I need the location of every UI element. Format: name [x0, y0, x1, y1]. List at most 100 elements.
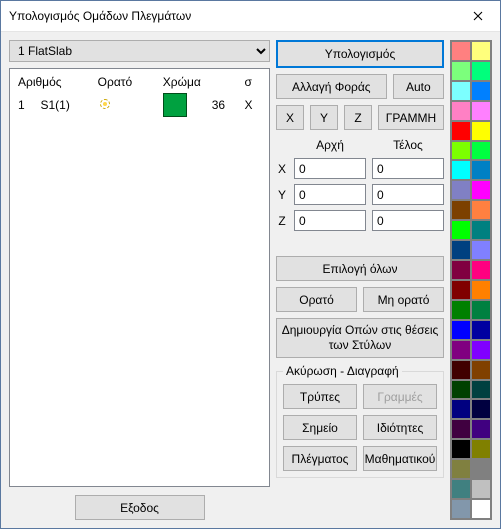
- group-table: Αριθμός Ορατό Χρώμα σ 1 S1(1) 36 X: [14, 73, 265, 119]
- axis-z-button[interactable]: Z: [344, 105, 372, 130]
- palette-swatch[interactable]: [451, 360, 471, 380]
- palette-swatch[interactable]: [471, 280, 491, 300]
- palette-swatch[interactable]: [451, 141, 471, 161]
- palette-swatch[interactable]: [451, 320, 471, 340]
- palette-swatch[interactable]: [471, 360, 491, 380]
- line-button[interactable]: ΓΡΑΜΜΗ: [378, 105, 444, 130]
- axis-x-button[interactable]: X: [276, 105, 304, 130]
- palette-swatch[interactable]: [471, 220, 491, 240]
- palette-swatch[interactable]: [451, 459, 471, 479]
- palette-swatch[interactable]: [451, 240, 471, 260]
- visible-button[interactable]: Ορατό: [276, 287, 357, 312]
- calculate-button[interactable]: Υπολογισμός: [276, 40, 444, 68]
- palette-swatch[interactable]: [451, 479, 471, 499]
- x-start-input[interactable]: [294, 158, 366, 179]
- change-direction-button[interactable]: Αλλαγή Φοράς: [276, 74, 387, 99]
- palette-swatch[interactable]: [471, 439, 491, 459]
- row-color-swatch: [163, 93, 187, 117]
- lines-button: Γραμμές: [363, 384, 437, 409]
- cancel-legend: Ακύρωση - Διαγραφή: [283, 364, 402, 378]
- palette-swatch[interactable]: [471, 320, 491, 340]
- mesh-button[interactable]: Πλέγματος: [283, 446, 357, 471]
- palette-swatch[interactable]: [451, 499, 471, 519]
- table-row[interactable]: 1 S1(1) 36 X: [14, 91, 265, 119]
- x-label: X: [276, 162, 288, 176]
- close-button[interactable]: [455, 1, 500, 31]
- x-end-input[interactable]: [372, 158, 444, 179]
- client-area: 1 FlatSlab Αριθμός Ορατό Χρώμα σ 1 S1(1): [1, 32, 500, 528]
- coord-grid: X Y Z: [276, 158, 444, 236]
- y-start-input[interactable]: [294, 184, 366, 205]
- col-visible: Ορατό: [94, 73, 159, 91]
- cell-sigma: X: [240, 91, 265, 119]
- palette-swatch[interactable]: [451, 380, 471, 400]
- palette-swatch[interactable]: [471, 61, 491, 81]
- auto-button[interactable]: Auto: [393, 74, 444, 99]
- palette-swatch[interactable]: [451, 300, 471, 320]
- palette-swatch[interactable]: [471, 459, 491, 479]
- palette-swatch[interactable]: [451, 419, 471, 439]
- palette-swatch[interactable]: [451, 200, 471, 220]
- palette-swatch[interactable]: [471, 81, 491, 101]
- window-title: Υπολογισμός Ομάδων Πλεγμάτων: [9, 9, 191, 23]
- point-button[interactable]: Σημείο: [283, 415, 357, 440]
- table-header-row: Αριθμός Ορατό Χρώμα σ: [14, 73, 265, 91]
- palette-swatch[interactable]: [451, 81, 471, 101]
- palette-swatch[interactable]: [471, 180, 491, 200]
- palette-swatch[interactable]: [471, 41, 491, 61]
- palette-swatch[interactable]: [451, 260, 471, 280]
- palette-swatch[interactable]: [471, 121, 491, 141]
- axis-y-button[interactable]: Y: [310, 105, 338, 130]
- palette-swatch[interactable]: [451, 180, 471, 200]
- palette-swatch[interactable]: [471, 200, 491, 220]
- z-start-input[interactable]: [294, 210, 366, 231]
- middle-column: Υπολογισμός Αλλαγή Φοράς Auto X Y Z ΓΡΑΜ…: [276, 40, 444, 520]
- palette-swatch[interactable]: [451, 101, 471, 121]
- select-all-button[interactable]: Επιλογή όλων: [276, 256, 444, 281]
- palette-swatch[interactable]: [471, 240, 491, 260]
- z-end-input[interactable]: [372, 210, 444, 231]
- group-select[interactable]: 1 FlatSlab: [9, 40, 270, 62]
- palette-swatch[interactable]: [471, 419, 491, 439]
- palette-swatch[interactable]: [451, 220, 471, 240]
- palette-swatch[interactable]: [451, 61, 471, 81]
- create-holes-button[interactable]: Δημιουργία Οπών στις θέσεις των Στύλων: [276, 318, 444, 358]
- palette-swatch[interactable]: [471, 260, 491, 280]
- cell-color-swatch: [159, 91, 208, 119]
- palette-swatch[interactable]: [451, 121, 471, 141]
- math-button[interactable]: Μαθηματικού: [363, 446, 437, 471]
- palette-swatch[interactable]: [471, 479, 491, 499]
- y-end-input[interactable]: [372, 184, 444, 205]
- palette-swatch[interactable]: [451, 160, 471, 180]
- dialog-window: Υπολογισμός Ομάδων Πλεγμάτων 1 FlatSlab …: [0, 0, 501, 529]
- exit-button[interactable]: Εξοδος: [75, 495, 205, 520]
- invisible-button[interactable]: Μη ορατό: [363, 287, 444, 312]
- cell-visible: [94, 91, 159, 119]
- properties-button[interactable]: Ιδιότητες: [363, 415, 437, 440]
- color-palette: [450, 40, 492, 520]
- palette-swatch[interactable]: [471, 380, 491, 400]
- palette-swatch[interactable]: [451, 399, 471, 419]
- palette-swatch[interactable]: [451, 280, 471, 300]
- palette-swatch[interactable]: [471, 141, 491, 161]
- col-sigma: σ: [240, 73, 265, 91]
- y-label: Y: [276, 188, 288, 202]
- palette-swatch[interactable]: [451, 439, 471, 459]
- end-label: Τέλος: [372, 138, 444, 152]
- group-list[interactable]: Αριθμός Ορατό Χρώμα σ 1 S1(1) 36 X: [9, 68, 270, 487]
- z-label: Z: [276, 214, 288, 228]
- palette-swatch[interactable]: [471, 499, 491, 519]
- palette-swatch[interactable]: [471, 101, 491, 121]
- palette-swatch[interactable]: [471, 300, 491, 320]
- titlebar: Υπολογισμός Ομάδων Πλεγμάτων: [1, 1, 500, 32]
- start-end-header: Αρχή Τέλος: [276, 138, 444, 152]
- palette-swatch[interactable]: [471, 160, 491, 180]
- palette-swatch[interactable]: [451, 340, 471, 360]
- holes-button[interactable]: Τρύπες: [283, 384, 357, 409]
- left-column: 1 FlatSlab Αριθμός Ορατό Χρώμα σ 1 S1(1): [9, 40, 270, 520]
- palette-column: [450, 40, 492, 520]
- palette-swatch[interactable]: [451, 41, 471, 61]
- palette-swatch[interactable]: [471, 340, 491, 360]
- cancel-group: Ακύρωση - Διαγραφή Τρύπες Γραμμές Σημείο…: [276, 364, 444, 478]
- palette-swatch[interactable]: [471, 399, 491, 419]
